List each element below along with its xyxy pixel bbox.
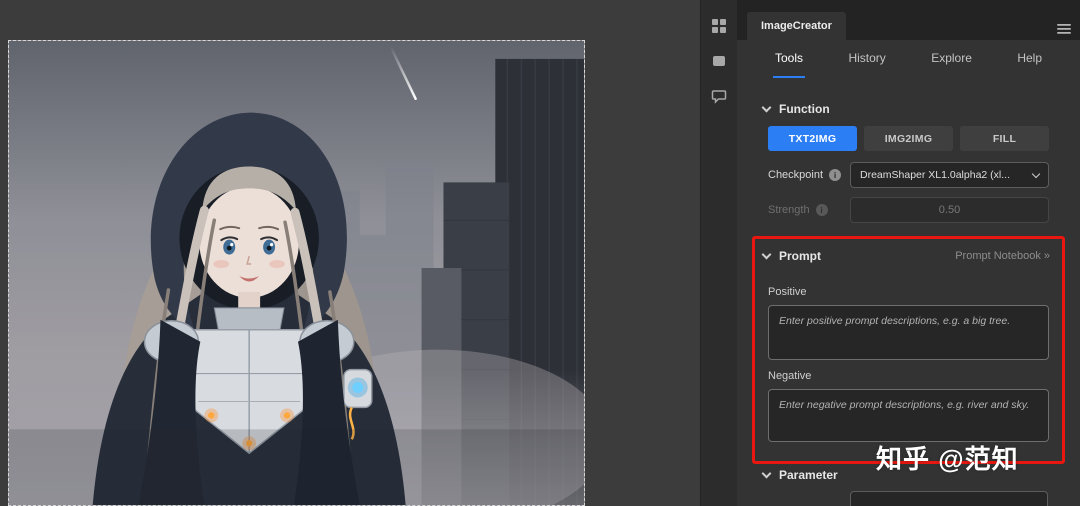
tab-label: Explore — [931, 51, 972, 65]
panel-title-tab[interactable]: ImageCreator — [747, 12, 846, 40]
function-section-header: Function — [761, 102, 1050, 116]
positive-label: Positive — [768, 286, 807, 298]
prompt-section-title: Prompt — [779, 249, 821, 263]
artboard-image[interactable] — [8, 40, 585, 506]
strength-row: Strength i — [768, 197, 1049, 223]
strength-input — [850, 197, 1049, 223]
checkpoint-dropdown[interactable]: DreamShaper XL1.0alpha2 (xl... — [850, 162, 1049, 188]
positive-prompt-input[interactable] — [768, 305, 1049, 360]
prompt-notebook-link[interactable]: Prompt Notebook » — [955, 250, 1050, 262]
info-icon: i — [815, 204, 828, 216]
chevron-down-icon — [1031, 169, 1041, 178]
tab-explore[interactable]: Explore — [929, 40, 974, 78]
panel-header: ImageCreator — [737, 0, 1080, 40]
tab-help[interactable]: Help — [1015, 40, 1044, 78]
tab-label: Help — [1017, 51, 1042, 65]
checkpoint-value: DreamShaper XL1.0alpha2 (xl... — [860, 169, 1010, 181]
checkpoint-row: Checkpoint i DreamShaper XL1.0alpha2 (xl… — [768, 162, 1049, 188]
checkpoint-label-group: Checkpoint i — [768, 169, 850, 181]
tab-label: Tools — [775, 51, 804, 65]
parameter-control-partial[interactable] — [850, 491, 1048, 506]
tab-label: History — [848, 51, 886, 65]
prompt-section-header: Prompt Prompt Notebook » — [761, 249, 1050, 263]
checkpoint-label: Checkpoint — [768, 169, 824, 181]
chevron-down-icon — [761, 102, 772, 112]
function-section-toggle[interactable]: Function — [761, 102, 830, 116]
swatches-icon[interactable] — [709, 51, 729, 71]
chevron-down-icon — [761, 249, 772, 259]
mode-buttons: TXT2IMG IMG2IMG FILL — [768, 126, 1049, 151]
panel-tabs: Tools History Explore Help — [737, 40, 1080, 78]
negative-label: Negative — [768, 370, 812, 382]
function-section-title: Function — [779, 102, 830, 116]
prompt-section-toggle[interactable]: Prompt — [761, 249, 821, 263]
comment-icon[interactable] — [709, 86, 729, 106]
info-icon[interactable]: i — [829, 169, 842, 181]
generated-image — [9, 41, 584, 505]
img2img-button[interactable]: IMG2IMG — [864, 126, 953, 151]
tab-tools[interactable]: Tools — [773, 40, 806, 78]
parameter-section-toggle[interactable]: Parameter — [761, 468, 838, 482]
canvas-area — [0, 0, 700, 506]
strength-label: Strength — [768, 204, 810, 216]
watermark-text: 知乎 @范知 — [876, 444, 1019, 474]
imagecreator-panel: ImageCreator Tools History Explore Help … — [737, 0, 1080, 506]
chevron-down-icon — [761, 468, 772, 478]
panel-dock — [700, 0, 737, 506]
panel-menu-icon[interactable] — [1057, 22, 1071, 40]
strength-label-group: Strength i — [768, 204, 850, 216]
txt2img-button[interactable]: TXT2IMG — [768, 126, 857, 151]
negative-prompt-input[interactable] — [768, 389, 1049, 442]
fill-button[interactable]: FILL — [960, 126, 1049, 151]
panel-title: ImageCreator — [761, 20, 832, 32]
parameter-section-title: Parameter — [779, 468, 838, 482]
tab-history[interactable]: History — [846, 40, 887, 78]
grid-icon[interactable] — [709, 16, 729, 36]
